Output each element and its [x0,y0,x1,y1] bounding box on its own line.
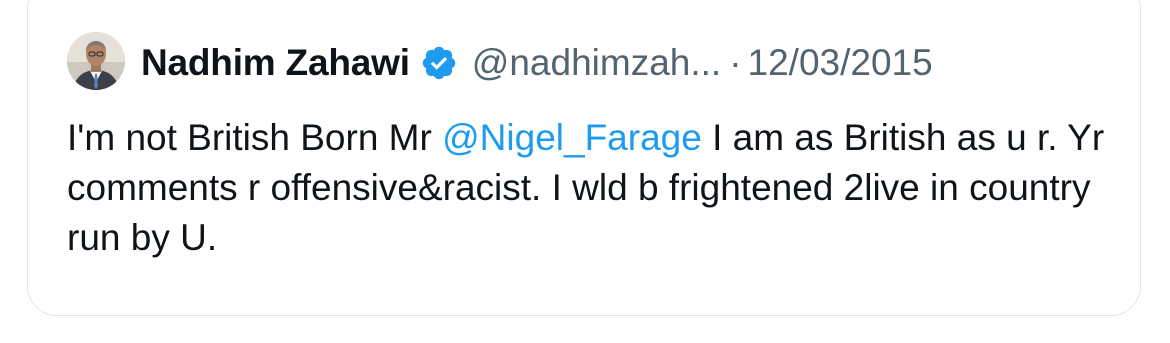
tweet-header: Nadhim Zahawi @nadhimzah... · 12/03/2015 [141,38,933,88]
mention-link[interactable]: @Nigel_Farage [442,117,702,158]
author-avatar[interactable] [67,32,125,90]
tweet-text: I'm not British Born Mr @Nigel_Farage I … [67,113,1117,263]
tweet-date[interactable]: 12/03/2015 [748,42,933,84]
tweet-text-part1: I'm not British Born Mr [67,117,443,158]
author-name[interactable]: Nadhim Zahawi [141,42,410,84]
author-handle[interactable]: @nadhimzah... [472,42,721,84]
verified-badge-icon [420,44,458,82]
separator-dot: · [729,42,742,83]
